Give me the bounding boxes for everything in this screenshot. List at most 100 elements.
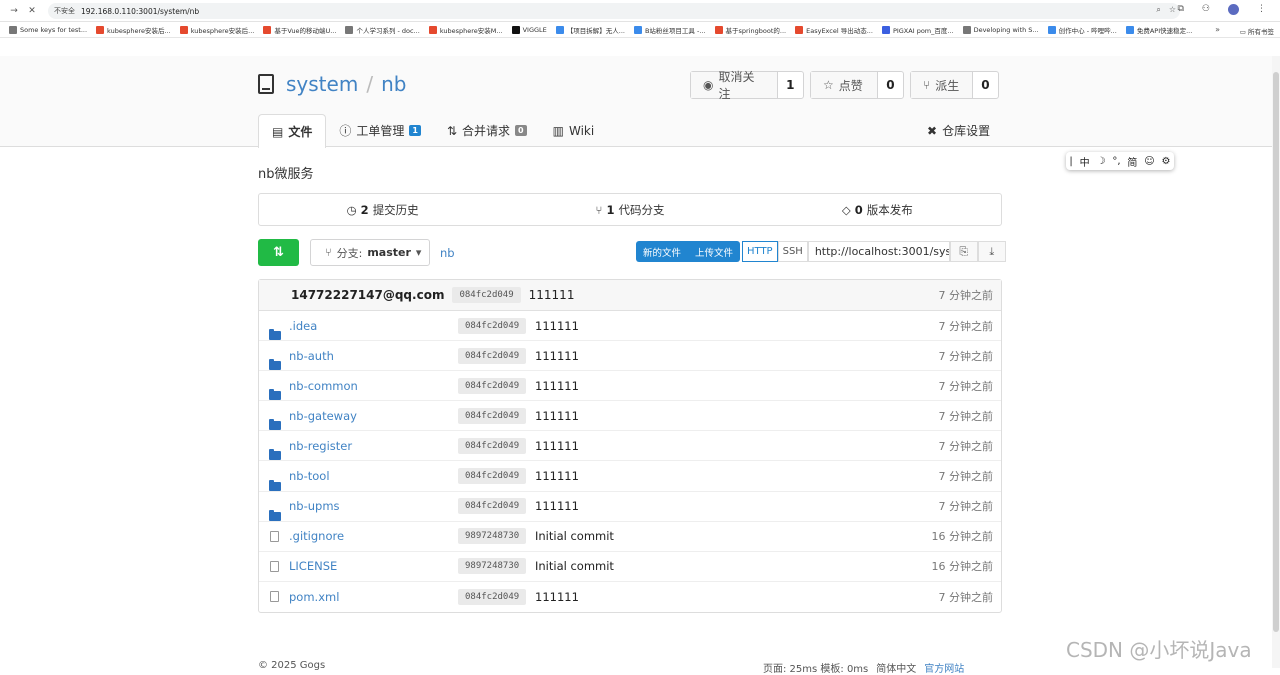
tab-settings[interactable]: ✖ 仓库设置	[927, 114, 990, 147]
star-button[interactable]: ☆ 点赞	[811, 72, 878, 98]
bookmark-label: 免费API快速稳定...	[1136, 26, 1193, 35]
branches-count: 1	[606, 202, 615, 217]
ssh-button[interactable]: SSH	[777, 241, 808, 262]
commit-message[interactable]: 111111	[529, 288, 575, 302]
file-commit-message[interactable]: 111111	[535, 349, 579, 363]
emoji-icon[interactable]: ☺	[1144, 156, 1154, 167]
bookmark-item[interactable]: Some keys for test...	[9, 25, 87, 34]
http-button[interactable]: HTTP	[742, 241, 778, 262]
clone-url-field[interactable]: http://localhost:3001/system/nb.git	[807, 241, 950, 262]
all-bookmarks-button[interactable]: ▭ 所有书签	[1240, 26, 1274, 36]
file-name-link[interactable]: nb-upms	[289, 499, 340, 513]
file-commit-message[interactable]: 111111	[535, 379, 579, 393]
file-name-link[interactable]: nb-tool	[289, 469, 330, 483]
forward-icon[interactable]: →	[6, 6, 22, 16]
breadcrumb-repo-link[interactable]: nb	[440, 246, 455, 260]
commits-stat[interactable]: ◷ 2 提交历史	[259, 194, 506, 225]
ime-simplified[interactable]: 简	[1127, 154, 1137, 169]
file-commit-message[interactable]: 111111	[535, 439, 579, 453]
file-commit-sha[interactable]: 084fc2d049	[458, 377, 527, 394]
bookmark-item[interactable]: PIGXAI pom_百度...	[881, 25, 954, 35]
commit-author[interactable]: 14772227147@qq.com	[291, 288, 444, 302]
file-commit-sha[interactable]: 084fc2d049	[458, 468, 527, 485]
repo-name-link[interactable]: nb	[381, 72, 406, 96]
profile-avatar[interactable]	[1228, 4, 1239, 15]
star-count[interactable]: 0	[878, 72, 903, 98]
branch-dropdown[interactable]: ⑂ 分支: master ▾	[310, 239, 430, 266]
scrollbar-thumb[interactable]	[1273, 72, 1279, 632]
bookmark-item[interactable]: 基于Vue的移动端U...	[263, 25, 336, 35]
file-name-link[interactable]: nb-common	[289, 379, 358, 393]
file-name-link[interactable]: .gitignore	[289, 529, 344, 543]
bookmark-item[interactable]: kubesphere安装M...	[428, 25, 503, 35]
bookmark-item[interactable]: Developing with S...	[962, 25, 1039, 34]
upload-file-button[interactable]: 上传文件	[688, 241, 740, 262]
extensions-icon[interactable]: ⧉	[1177, 4, 1183, 15]
watch-button[interactable]: ◉ 取消关注	[691, 70, 778, 101]
file-row: pom.xml 084fc2d049 111111 7 分钟之前	[259, 582, 1001, 612]
file-commit-sha[interactable]: 084fc2d049	[458, 498, 527, 515]
tab-files[interactable]: ▤ 文件	[258, 114, 327, 148]
gear-icon[interactable]: ⚙	[1162, 156, 1171, 167]
info-circle-icon: ⓘ	[339, 124, 352, 138]
file-commit-sha[interactable]: 9897248730	[458, 528, 527, 545]
download-icon[interactable]: ⤓	[977, 241, 1006, 262]
repo-owner-link[interactable]: system	[286, 72, 358, 96]
bookmark-star-icon[interactable]: ☆	[1169, 5, 1176, 15]
file-commit-sha[interactable]: 084fc2d049	[458, 407, 527, 424]
copy-icon[interactable]: ⎘	[949, 241, 978, 262]
tab-pulls[interactable]: ⇅ 合并请求 0	[434, 114, 540, 147]
file-commit-message[interactable]: 111111	[535, 499, 579, 513]
bookmark-item[interactable]: 基于springboot的...	[714, 25, 786, 35]
file-commit-message[interactable]: 111111	[535, 590, 579, 604]
file-table: 14772227147@qq.com 084fc2d049 111111 7 分…	[258, 279, 1002, 613]
bookmark-favicon-icon	[555, 25, 564, 34]
file-commit-sha[interactable]: 084fc2d049	[458, 347, 527, 364]
account-icon[interactable]: ⚇	[1202, 4, 1210, 15]
bookmark-item[interactable]: 免费API快速稳定...	[1125, 25, 1193, 35]
fork-button[interactable]: ⑂ 派生	[911, 72, 973, 98]
bookmark-item[interactable]: VIGGLE	[511, 25, 547, 34]
bookmark-item[interactable]: kubesphere安装后...	[179, 25, 254, 35]
close-icon[interactable]: ✕	[24, 6, 40, 16]
file-commit-message[interactable]: 111111	[535, 319, 579, 333]
file-name-link[interactable]: nb-gateway	[289, 409, 357, 423]
bookmark-item[interactable]: kubesphere安装后...	[96, 25, 171, 35]
url-field[interactable]: 不安全 192.168.0.110:3001/system/nb ⌕ ☆	[48, 3, 1180, 19]
menu-icon[interactable]: ⋮	[1257, 4, 1266, 15]
releases-stat[interactable]: ◇ 0 版本发布	[754, 194, 1001, 225]
ime-mode-chinese[interactable]: 中	[1080, 154, 1090, 169]
bookmarks-more-button[interactable]: »	[1215, 25, 1220, 34]
file-commit-sha[interactable]: 084fc2d049	[458, 317, 527, 334]
file-name-link[interactable]: LICENSE	[289, 559, 337, 573]
bookmark-item[interactable]: EasyExcel 导出动态...	[795, 25, 873, 35]
bookmark-item[interactable]: 【项目拆解】无人...	[555, 25, 625, 35]
watch-count[interactable]: 1	[778, 72, 803, 98]
punctuation-icon[interactable]: °,	[1112, 156, 1120, 167]
page-scrollbar[interactable]	[1272, 56, 1280, 668]
file-commit-message[interactable]: Initial commit	[535, 559, 614, 573]
moon-icon[interactable]: ☽	[1097, 156, 1106, 167]
file-commit-message[interactable]: Initial commit	[535, 529, 614, 543]
file-commit-message[interactable]: 111111	[535, 469, 579, 483]
tab-issues[interactable]: ⓘ 工单管理 1	[326, 114, 434, 147]
bookmark-item[interactable]: 个人学习系列 - doc...	[345, 25, 420, 35]
zoom-icon[interactable]: ⌕	[1156, 5, 1160, 15]
compare-button[interactable]: ⇅	[258, 239, 299, 266]
file-commit-message[interactable]: 111111	[535, 409, 579, 423]
file-commit-sha[interactable]: 084fc2d049	[458, 588, 527, 605]
tab-wiki[interactable]: ▥ Wiki	[540, 114, 608, 147]
file-name-link[interactable]: nb-auth	[289, 349, 334, 363]
file-commit-sha[interactable]: 9897248730	[458, 558, 527, 575]
new-file-button[interactable]: 新的文件	[636, 241, 688, 262]
folder-icon: ▭	[1239, 28, 1246, 36]
file-name-link[interactable]: pom.xml	[289, 590, 339, 604]
bookmark-item[interactable]: 创作中心 - 哔哩哔...	[1047, 25, 1117, 35]
branches-stat[interactable]: ⑂ 1 代码分支	[506, 194, 753, 225]
bookmark-item[interactable]: B站粉丝项目工具 -...	[633, 25, 706, 35]
file-name-link[interactable]: .idea	[289, 319, 317, 333]
fork-count[interactable]: 0	[973, 72, 998, 98]
file-commit-sha[interactable]: 084fc2d049	[458, 437, 527, 454]
file-name-link[interactable]: nb-register	[289, 439, 352, 453]
commit-sha[interactable]: 084fc2d049	[452, 287, 521, 303]
